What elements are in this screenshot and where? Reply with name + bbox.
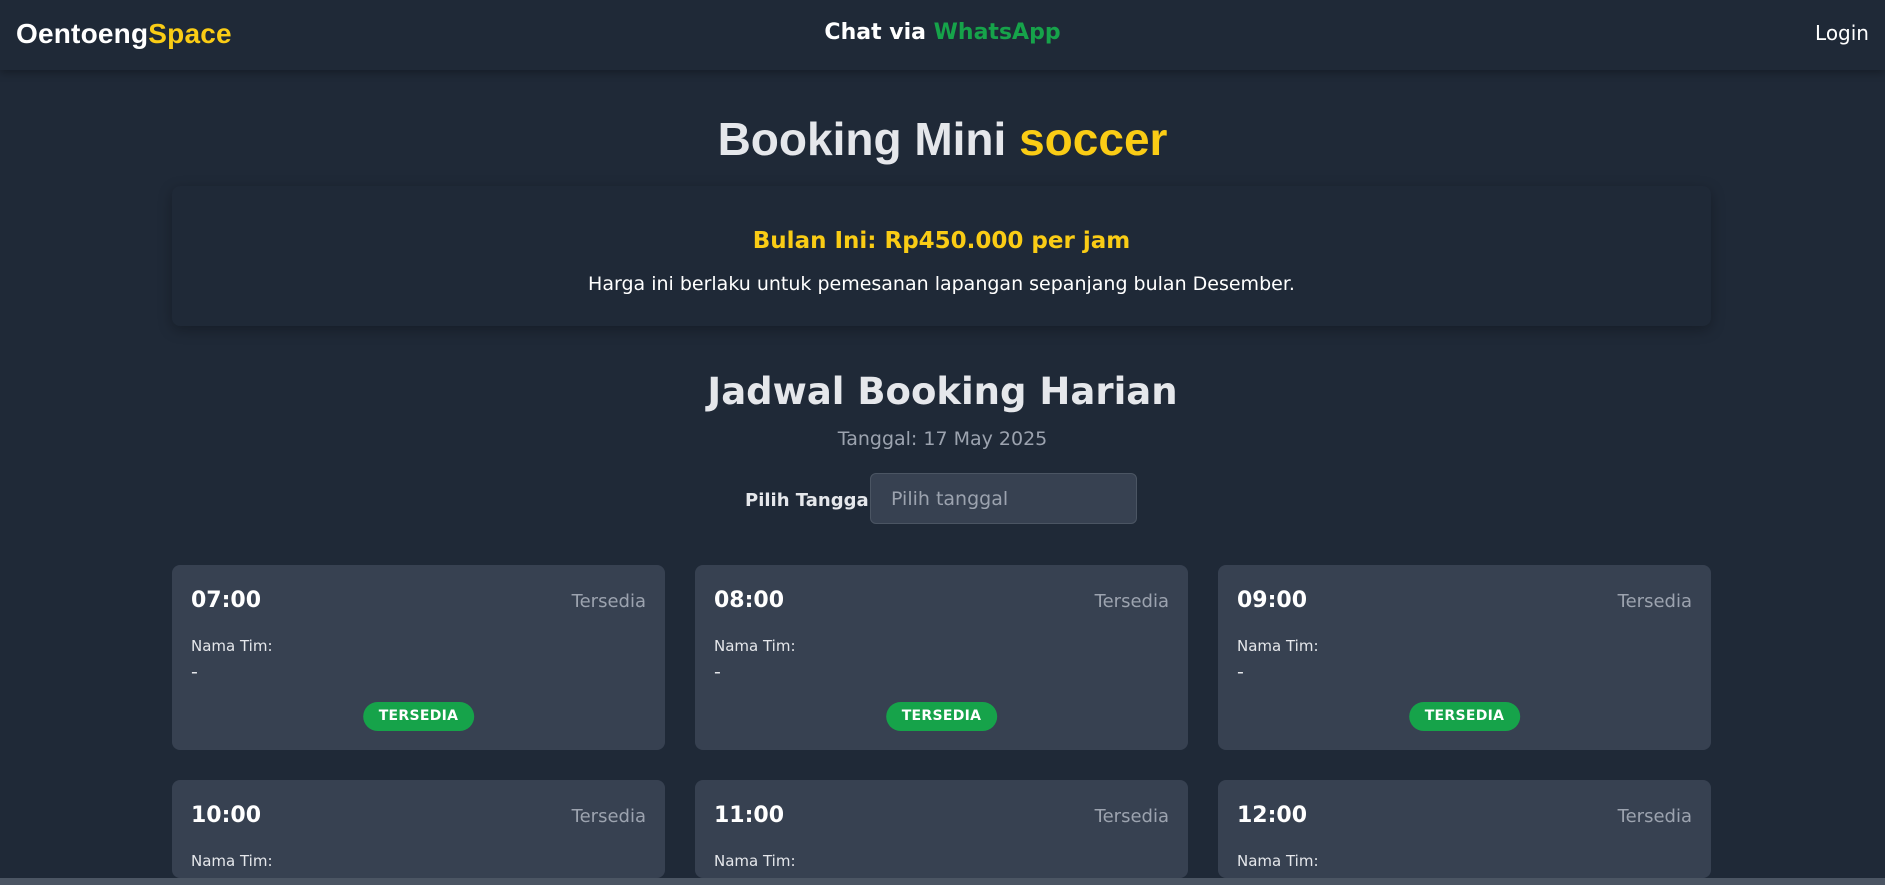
slot-card[interactable]: 07:00 Tersedia Nama Tim: - TERSEDIA: [172, 565, 665, 750]
team-name-label: Nama Tim:: [714, 637, 796, 655]
slot-time: 09:00: [1237, 588, 1308, 613]
price-card: Bulan Ini: Rp450.000 per jam Harga ini b…: [172, 186, 1711, 326]
slot-time: 11:00: [714, 803, 785, 828]
slot-time: 08:00: [714, 588, 785, 613]
available-badge: TERSEDIA: [1408, 702, 1521, 731]
slot-card[interactable]: 10:00 Tersedia Nama Tim:: [172, 780, 665, 878]
slot-card[interactable]: 11:00 Tersedia Nama Tim:: [695, 780, 1188, 878]
page-title-accent: soccer: [1019, 113, 1168, 165]
available-badge: TERSEDIA: [885, 702, 998, 731]
schedule-date: Tanggal: 17 May 2025: [837, 428, 1048, 450]
price-description: Harga ini berlaku untuk pemesanan lapang…: [588, 273, 1295, 295]
team-name-value: -: [191, 661, 198, 683]
price-title: Bulan Ini: Rp450.000 per jam: [752, 228, 1131, 254]
team-name-value: -: [1237, 661, 1244, 683]
date-picker-input[interactable]: [870, 473, 1137, 524]
slot-card[interactable]: 12:00 Tersedia Nama Tim:: [1218, 780, 1711, 878]
whatsapp-chat-link[interactable]: Chat via WhatsApp: [0, 20, 1885, 45]
slot-time: 07:00: [191, 588, 262, 613]
slot-card[interactable]: 09:00 Tersedia Nama Tim: - TERSEDIA: [1218, 565, 1711, 750]
page: OentoengSpace Chat via WhatsApp Login Bo…: [0, 0, 1885, 885]
slot-card[interactable]: 08:00 Tersedia Nama Tim: - TERSEDIA: [695, 565, 1188, 750]
page-title-prefix: Booking Mini: [717, 113, 1007, 165]
team-name-label: Nama Tim:: [1237, 852, 1319, 870]
page-title: Booking Mini soccer: [0, 112, 1885, 166]
slot-status: Tersedia: [571, 591, 646, 612]
team-name-label: Nama Tim:: [1237, 637, 1319, 655]
whatsapp-label: WhatsApp: [933, 20, 1061, 45]
slot-status: Tersedia: [1094, 591, 1169, 612]
login-link[interactable]: Login: [1815, 21, 1869, 45]
team-name-label: Nama Tim:: [714, 852, 796, 870]
team-name-label: Nama Tim:: [191, 637, 273, 655]
horizontal-scrollbar[interactable]: [0, 878, 1885, 885]
chat-prefix: Chat via: [824, 20, 926, 45]
team-name-value: -: [714, 661, 721, 683]
slot-status: Tersedia: [571, 806, 646, 827]
available-badge: TERSEDIA: [362, 702, 475, 731]
slot-status: Tersedia: [1617, 591, 1692, 612]
date-picker-label: Pilih Tanggal:: [745, 490, 882, 511]
slot-time: 10:00: [191, 803, 262, 828]
slot-status: Tersedia: [1617, 806, 1692, 827]
team-name-label: Nama Tim:: [191, 852, 273, 870]
slot-status: Tersedia: [1094, 806, 1169, 827]
slot-time: 12:00: [1237, 803, 1308, 828]
schedule-title: Jadwal Booking Harian: [707, 370, 1178, 413]
navbar: OentoengSpace Chat via WhatsApp Login: [0, 0, 1885, 70]
